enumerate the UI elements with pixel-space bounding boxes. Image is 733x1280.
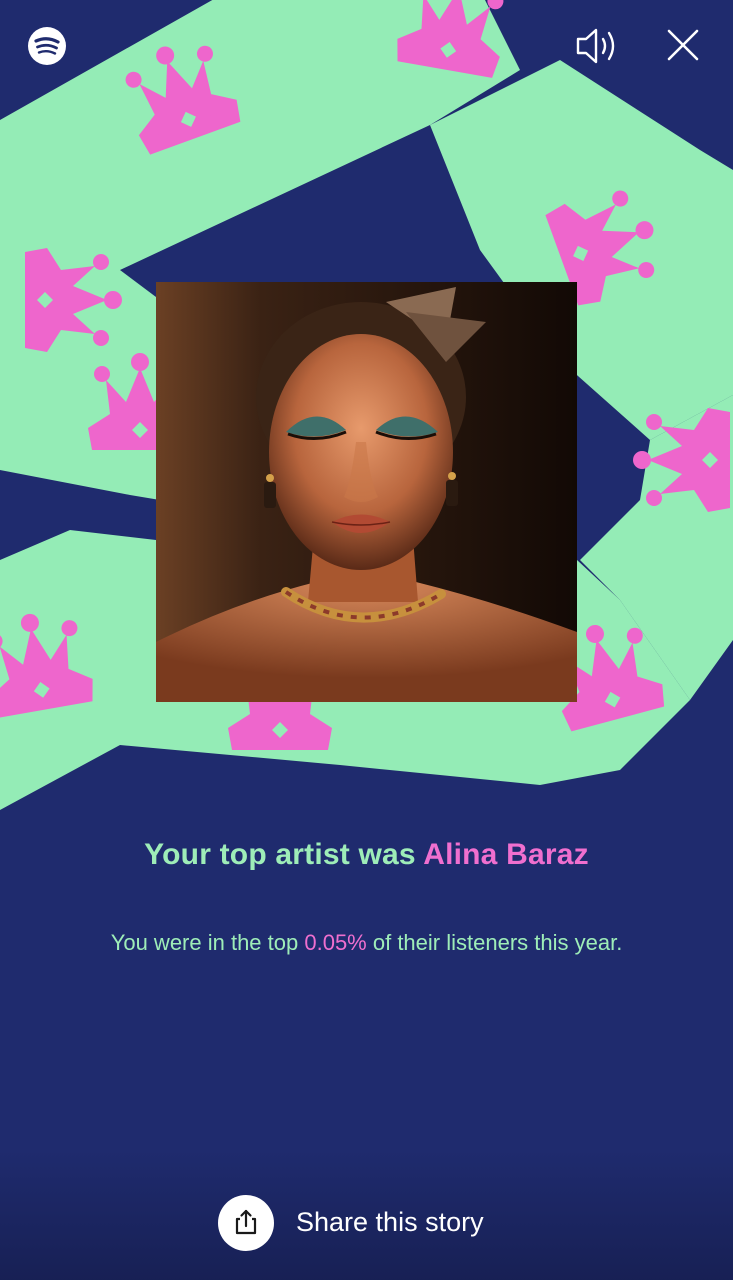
subline-suffix: of their listeners this year. [366, 930, 623, 955]
story-screen: Your top artist was Alina Baraz You were… [0, 0, 733, 1280]
story-subline: You were in the top 0.05% of their liste… [0, 930, 733, 956]
share-story-button[interactable]: Share this story [216, 1193, 516, 1255]
close-icon [667, 29, 699, 61]
share-icon [235, 1209, 257, 1235]
sound-toggle-button[interactable] [572, 22, 624, 70]
share-icon-circle [218, 1195, 274, 1251]
share-label: Share this story [296, 1207, 484, 1237]
top-bar [0, 0, 733, 96]
artist-photo [156, 282, 577, 702]
close-button[interactable] [660, 22, 706, 68]
artist-name: Alina Baraz [423, 838, 589, 871]
headline-prefix: Your top artist was [144, 838, 424, 871]
speaker-icon [576, 28, 615, 64]
subline-prefix: You were in the top [110, 930, 305, 955]
story-headline: Your top artist was Alina Baraz [0, 838, 733, 872]
spotify-logo-icon [28, 27, 66, 65]
percentile-value: 0.05% [304, 930, 367, 955]
